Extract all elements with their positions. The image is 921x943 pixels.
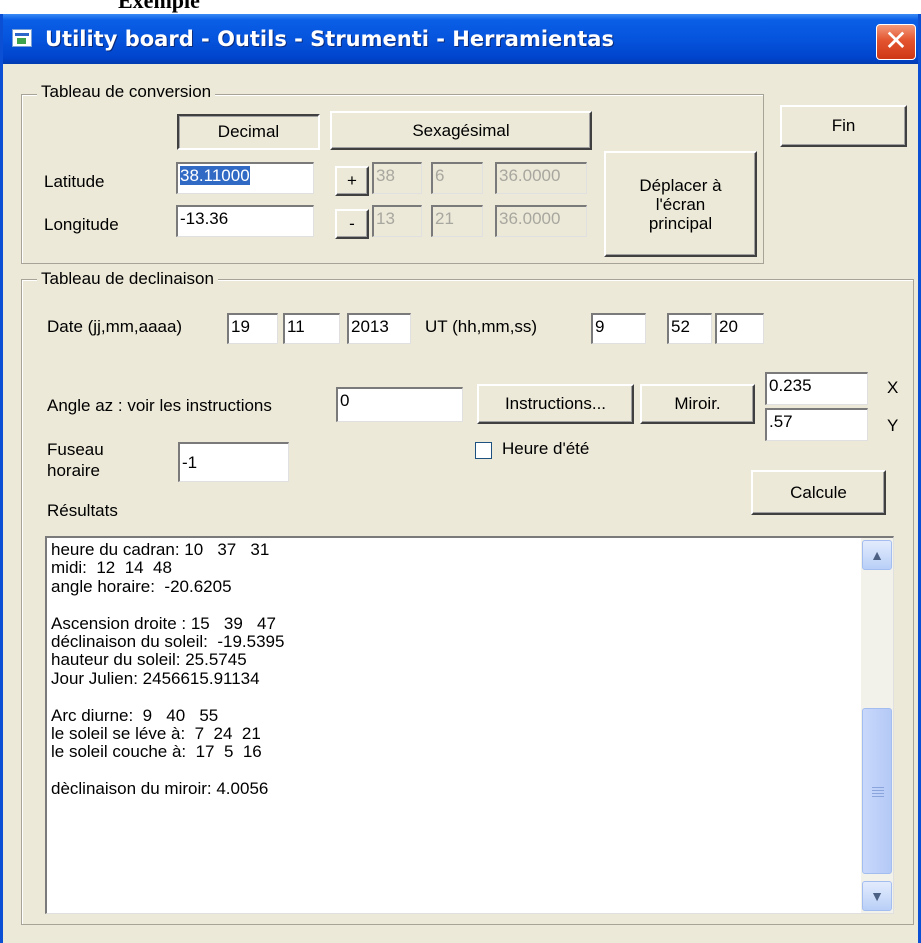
fuseau-label: Fuseau horaire — [47, 440, 104, 480]
ut-label: UT (hh,mm,ss) — [425, 317, 538, 336]
window-title: Utility board - Outils - Strumenti - Her… — [45, 27, 614, 51]
longitude-minutes-input[interactable]: 21 — [431, 205, 483, 237]
result-line: Ascension droite : 15 39 47 — [51, 613, 276, 633]
close-icon: ✕ — [884, 24, 908, 57]
scroll-thumb[interactable] — [862, 708, 892, 874]
result-line: midi: 12 14 48 — [51, 558, 172, 578]
latitude-label: Latitude — [44, 172, 105, 191]
chevron-down-icon: ▼ — [870, 888, 884, 904]
result-line: hauteur du soleil: 25.5745 — [51, 650, 247, 670]
result-line: déclinaison du soleil: -19.5395 — [51, 631, 285, 651]
longitude-seconds-input[interactable]: 36.0000 — [495, 205, 587, 237]
chevron-up-icon: ▲ — [870, 547, 884, 563]
conversion-legend: Tableau de conversion — [37, 82, 216, 102]
angle-label: Angle az : voir les instructions — [47, 396, 272, 415]
grip-line — [872, 793, 884, 794]
instructions-button[interactable]: Instructions... — [477, 384, 634, 424]
fin-button[interactable]: Fin — [780, 105, 907, 147]
result-line: Jour Julien: 2456615.91134 — [51, 668, 260, 688]
result-line: dèclinaison du miroir: 4.0056 — [51, 779, 269, 799]
grip-line — [872, 790, 884, 791]
calcule-button[interactable]: Calcule — [751, 470, 886, 515]
heure-ete-checkbox[interactable] — [475, 442, 492, 459]
decimal-button[interactable]: Decimal — [177, 114, 320, 150]
hour-input[interactable]: 9 — [591, 313, 646, 344]
day-input[interactable]: 19 — [227, 313, 278, 344]
close-button[interactable]: ✕ — [876, 24, 916, 60]
latitude-decimal-input[interactable]: 38.11000 — [176, 162, 314, 194]
declinaison-legend: Tableau de declinaison — [37, 269, 218, 289]
result-line: le soleil se léve à: 7 24 21 — [51, 723, 261, 743]
minute-input[interactable]: 52 — [667, 313, 712, 344]
results-scrollbar[interactable]: ▲ ▼ — [861, 538, 893, 913]
utility-board-window: Utility board - Outils - Strumenti - Her… — [0, 14, 921, 943]
longitude-sign-button[interactable]: - — [335, 209, 369, 239]
title-bar[interactable]: Utility board - Outils - Strumenti - Her… — [3, 14, 918, 64]
result-line: heure du cadran: 10 37 31 — [51, 540, 270, 559]
date-label: Date (jj,mm,aaaa) — [47, 317, 183, 336]
result-line — [51, 762, 851, 780]
latitude-seconds-input[interactable]: 36.0000 — [495, 162, 587, 194]
month-input[interactable]: 11 — [283, 313, 340, 344]
result-line: Arc diurne: 9 40 55 — [51, 705, 219, 725]
fuseau-input[interactable]: -1 — [178, 442, 289, 482]
grip-line — [872, 796, 884, 797]
x-label: X — [887, 378, 899, 397]
app-icon — [12, 29, 32, 47]
scroll-down-button[interactable]: ▼ — [862, 881, 892, 911]
result-line: le soleil couche à: 17 5 16 — [51, 742, 262, 762]
latitude-degrees-input[interactable]: 38 — [372, 162, 422, 194]
miroir-button[interactable]: Miroir. — [640, 384, 755, 424]
page-heading: Exemple — [118, 0, 200, 13]
grip-line — [872, 787, 884, 788]
longitude-label: Longitude — [44, 215, 119, 234]
heure-ete-label: Heure d'été — [502, 439, 590, 458]
move-to-main-screen-button[interactable]: Déplacer à l'écran principal — [604, 151, 757, 257]
result-line — [51, 596, 851, 614]
y-label: Y — [887, 416, 899, 435]
results-textarea[interactable]: heure du cadran: 10 37 31 midi: 12 14 48 a… — [45, 536, 894, 914]
longitude-degrees-input[interactable]: 13 — [372, 205, 422, 237]
angle-input[interactable]: 0 — [336, 387, 463, 422]
y-input[interactable]: .57 — [765, 408, 868, 441]
results-text: heure du cadran: 10 37 31 midi: 12 14 48 a… — [51, 540, 851, 799]
resultats-label: Résultats — [47, 501, 118, 520]
result-line: angle horaire: -20.6205 — [51, 576, 232, 596]
latitude-sign-button[interactable]: + — [335, 166, 369, 196]
year-input[interactable]: 2013 — [347, 313, 411, 344]
sexagesimal-button[interactable]: Sexagésimal — [330, 111, 592, 150]
x-input[interactable]: 0.235 — [765, 372, 868, 405]
second-input[interactable]: 20 — [715, 313, 764, 344]
latitude-minutes-input[interactable]: 6 — [431, 162, 483, 194]
result-line — [51, 688, 851, 706]
scroll-up-button[interactable]: ▲ — [862, 540, 892, 570]
longitude-decimal-input[interactable]: -13.36 — [176, 205, 314, 237]
